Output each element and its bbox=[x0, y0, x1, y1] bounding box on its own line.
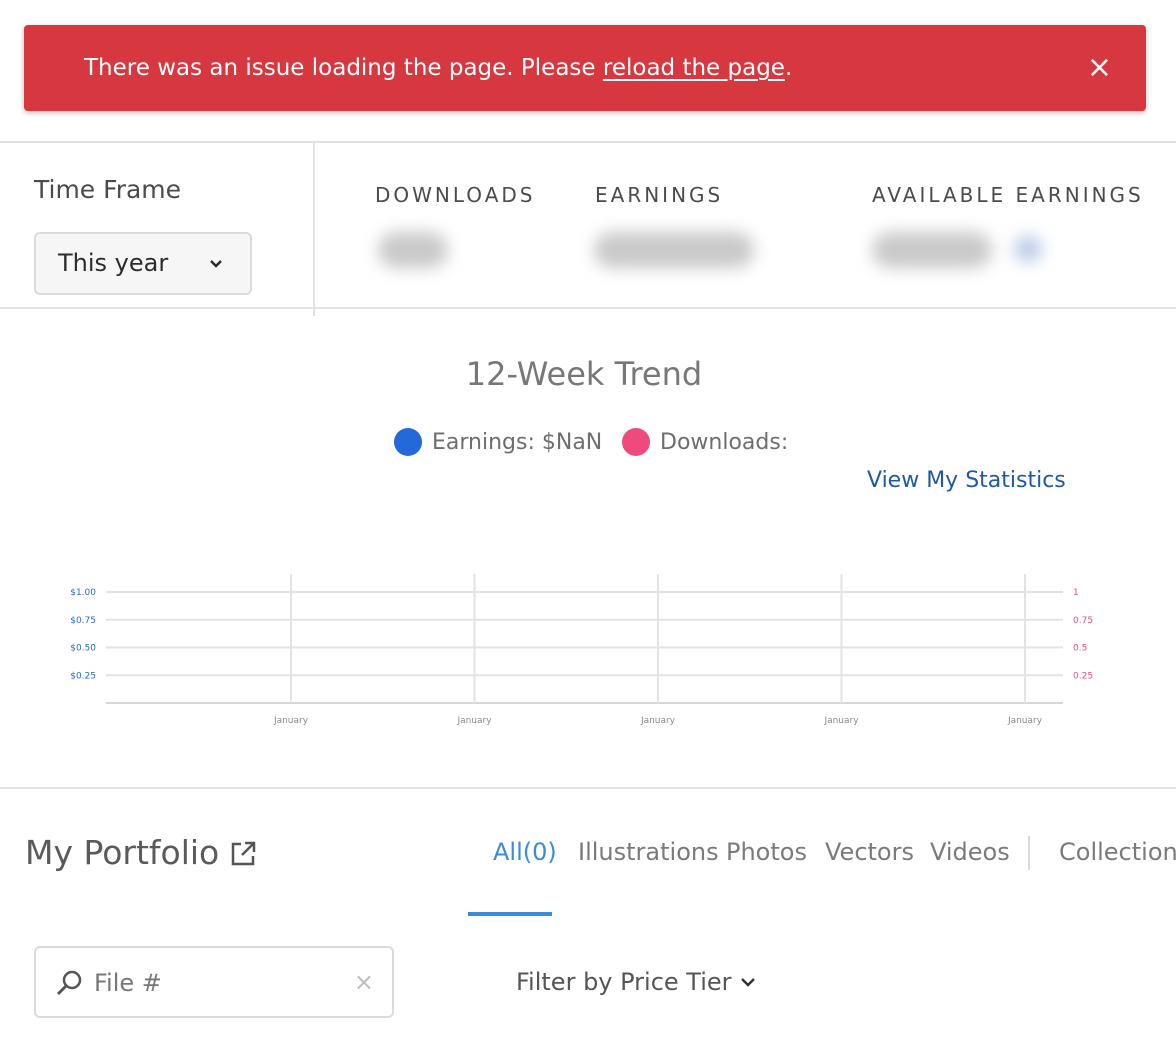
filter-label: Filter by Price Tier bbox=[516, 968, 732, 996]
tab-all[interactable]: All(0) bbox=[493, 838, 557, 866]
downloads-legend-dot bbox=[622, 428, 650, 456]
legend-earnings-label: Earnings: $NaN bbox=[432, 429, 603, 455]
tab-videos[interactable]: Videos bbox=[930, 838, 1010, 866]
divider bbox=[0, 141, 1176, 143]
reload-page-link[interactable]: reload the page bbox=[603, 55, 785, 81]
search-icon bbox=[56, 970, 82, 996]
file-search: × bbox=[34, 946, 394, 1018]
error-alert: There was an issue loading the page. Ple… bbox=[24, 25, 1146, 111]
time-frame-value: This year bbox=[58, 249, 169, 277]
earnings-value-blurred bbox=[594, 232, 754, 268]
time-frame-select[interactable]: This year bbox=[34, 232, 252, 295]
y-tick-left: $0.50 bbox=[70, 644, 96, 654]
y-tick-left: $0.75 bbox=[70, 616, 96, 626]
y-tick-left: $0.25 bbox=[70, 671, 96, 681]
available-earnings-label: AVAILABLE EARNINGS bbox=[872, 183, 1144, 207]
tab-vectors[interactable]: Vectors bbox=[825, 838, 914, 866]
chevron-down-icon bbox=[208, 234, 224, 293]
y-tick-left: $1.00 bbox=[70, 588, 96, 598]
price-tier-filter[interactable]: Filter by Price Tier bbox=[516, 968, 757, 996]
tab-separator bbox=[1028, 836, 1030, 870]
y-tick-right: 1 bbox=[1073, 588, 1079, 598]
x-tick-label: January bbox=[273, 716, 309, 726]
divider bbox=[313, 143, 315, 316]
view-statistics-link[interactable]: View My Statistics bbox=[867, 468, 1066, 493]
external-link-icon[interactable] bbox=[229, 840, 257, 868]
tab-photos[interactable]: Photos bbox=[726, 838, 807, 866]
downloads-value-blurred bbox=[378, 232, 448, 268]
alert-suffix: . bbox=[784, 55, 793, 81]
x-tick-label: January bbox=[823, 716, 859, 726]
clear-icon[interactable]: × bbox=[354, 968, 374, 996]
available-earnings-value-blurred bbox=[872, 232, 992, 268]
y-tick-right: 0.75 bbox=[1073, 616, 1093, 626]
x-tick-label: January bbox=[456, 716, 492, 726]
y-tick-right: 0.5 bbox=[1073, 644, 1087, 654]
y-tick-right: 0.25 bbox=[1073, 671, 1093, 681]
time-frame-label: Time Frame bbox=[34, 175, 182, 204]
search-input[interactable] bbox=[92, 960, 346, 1006]
legend-downloads-label: Downloads: bbox=[660, 429, 789, 455]
chevron-down-icon bbox=[741, 978, 756, 987]
legend-downloads: Downloads: bbox=[622, 428, 788, 456]
info-icon[interactable] bbox=[1014, 236, 1042, 262]
portfolio-title: My Portfolio bbox=[25, 833, 220, 872]
close-icon[interactable]: × bbox=[1087, 25, 1112, 111]
divider bbox=[0, 307, 1176, 309]
trend-title: 12-Week Trend bbox=[465, 355, 703, 393]
earnings-label: EARNINGS bbox=[595, 183, 724, 207]
tab-collections[interactable]: Collections bbox=[1059, 838, 1176, 866]
tab-illustrations[interactable]: Illustrations bbox=[578, 838, 719, 866]
downloads-label: DOWNLOADS bbox=[375, 183, 536, 207]
earnings-legend-dot bbox=[394, 428, 422, 456]
active-tab-indicator bbox=[468, 912, 552, 916]
alert-message: There was an issue loading the page. Ple… bbox=[84, 55, 603, 81]
divider bbox=[0, 787, 1176, 789]
trend-chart: $1.00 1 $0.75 0.75 $0.50 0.5 $0.25 0.25 January J… bbox=[70, 574, 1093, 726]
x-tick-label: January bbox=[640, 716, 676, 726]
x-tick-label: January bbox=[1007, 716, 1043, 726]
legend-earnings: Earnings: $NaN bbox=[394, 428, 602, 456]
